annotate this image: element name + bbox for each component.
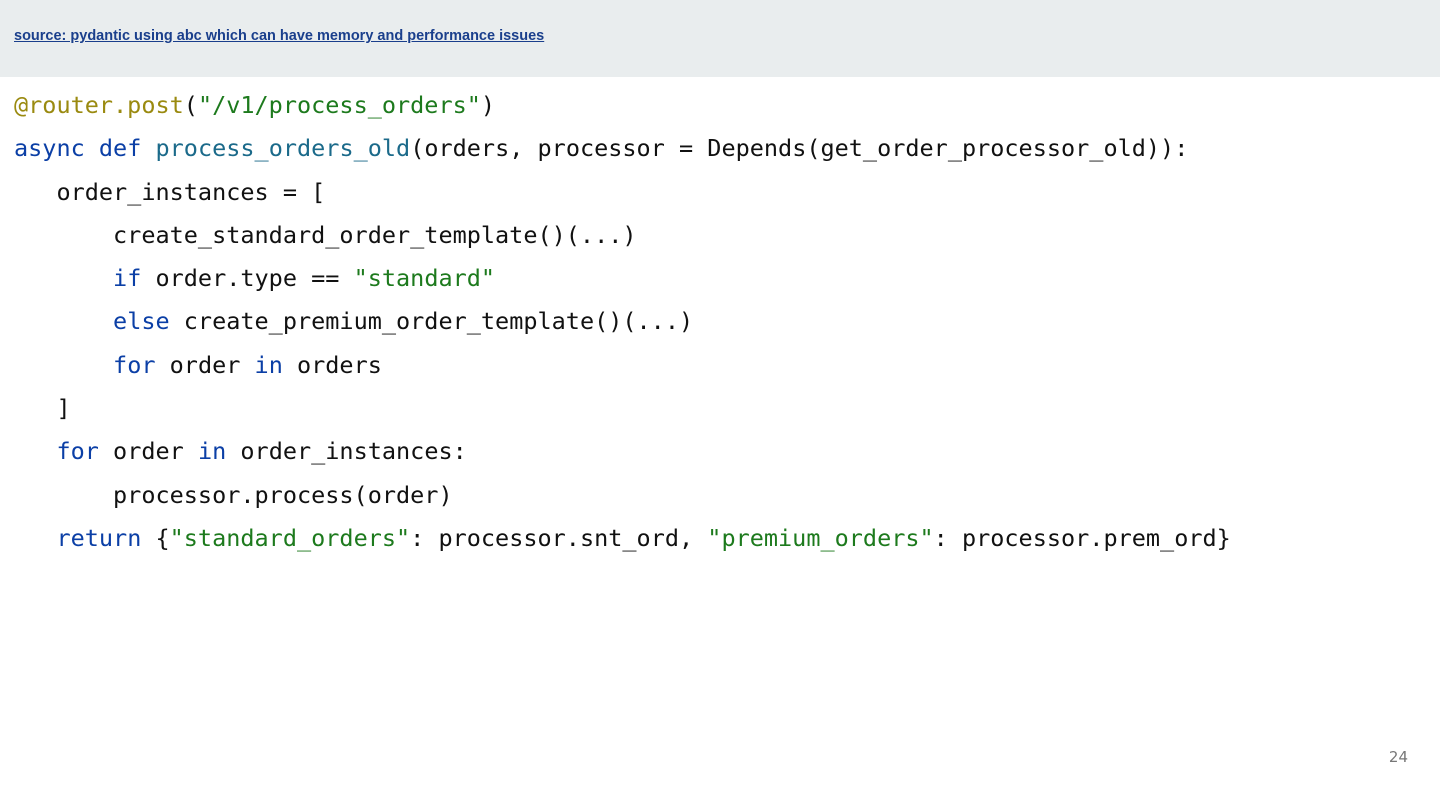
code-token-keyword: for (113, 350, 156, 379)
code-token-keyword: return (56, 523, 142, 552)
code-token-plain: (orders, processor = Depends(get_order_p… (410, 134, 1189, 163)
source-link[interactable]: source: pydantic using abc which can hav… (14, 28, 544, 44)
code-token-plain: : processor.prem_ord} (933, 523, 1231, 552)
code-token-keyword: in (254, 350, 283, 379)
source-header-bar: source: pydantic using abc which can hav… (0, 0, 1440, 77)
code-line: async def process_orders_old(orders, pro… (14, 127, 1231, 170)
code-token-plain: { (141, 523, 170, 552)
code-token-string: "standard_orders" (169, 523, 411, 552)
code-token-plain: ] (14, 394, 71, 423)
code-token-decorator: @router.post (14, 91, 184, 119)
code-line: @router.post("/v1/process_orders") (14, 84, 1231, 127)
code-token-plain: orders (282, 350, 382, 379)
code-token-string: "/v1/process_orders" (197, 91, 481, 119)
code-token-plain: order.type == (141, 264, 354, 293)
code-token-plain: ( (183, 91, 198, 119)
code-token-keyword: async (14, 134, 85, 163)
code-token-keyword: for (56, 437, 99, 466)
code-line: processor.process(order) (14, 474, 1231, 517)
code-token-plain: ) (480, 91, 496, 119)
code-token-string: "premium_orders" (707, 523, 934, 552)
code-token-plain: order_instances: (226, 437, 467, 466)
code-line: for order in order_instances: (14, 430, 1231, 473)
code-line: if order.type == "standard" (14, 257, 1231, 300)
code-line: ] (14, 387, 1231, 430)
code-token-keyword: else (113, 307, 170, 336)
code-line: order_instances = [ (14, 171, 1231, 214)
code-line: for order in orders (14, 344, 1231, 387)
code-block: @router.post("/v1/process_orders") async … (14, 84, 1231, 560)
code-token-keyword: def (98, 134, 142, 163)
code-token-plain: create_premium_order_template()(...) (169, 307, 694, 336)
code-line: else create_premium_order_template()(...… (14, 300, 1231, 343)
code-token-plain: create_standard_order_template()(...) (14, 220, 637, 249)
code-line: return {"standard_orders": processor.snt… (14, 517, 1231, 560)
code-token-keyword: in (197, 437, 227, 466)
code-token-plain: processor.process(order) (14, 480, 453, 509)
code-token-plain: order (98, 437, 198, 466)
code-token-plain: order_instances = [ (14, 177, 326, 206)
code-token-keyword: if (113, 264, 142, 293)
code-token-fn: process_orders_old (155, 134, 411, 163)
page-number: 24 (1388, 748, 1408, 766)
code-token-plain: order (155, 350, 255, 379)
code-line: create_standard_order_template()(...) (14, 214, 1231, 257)
code-token-plain: : processor.snt_ord, (410, 523, 708, 552)
code-token-string: "standard" (353, 264, 496, 293)
